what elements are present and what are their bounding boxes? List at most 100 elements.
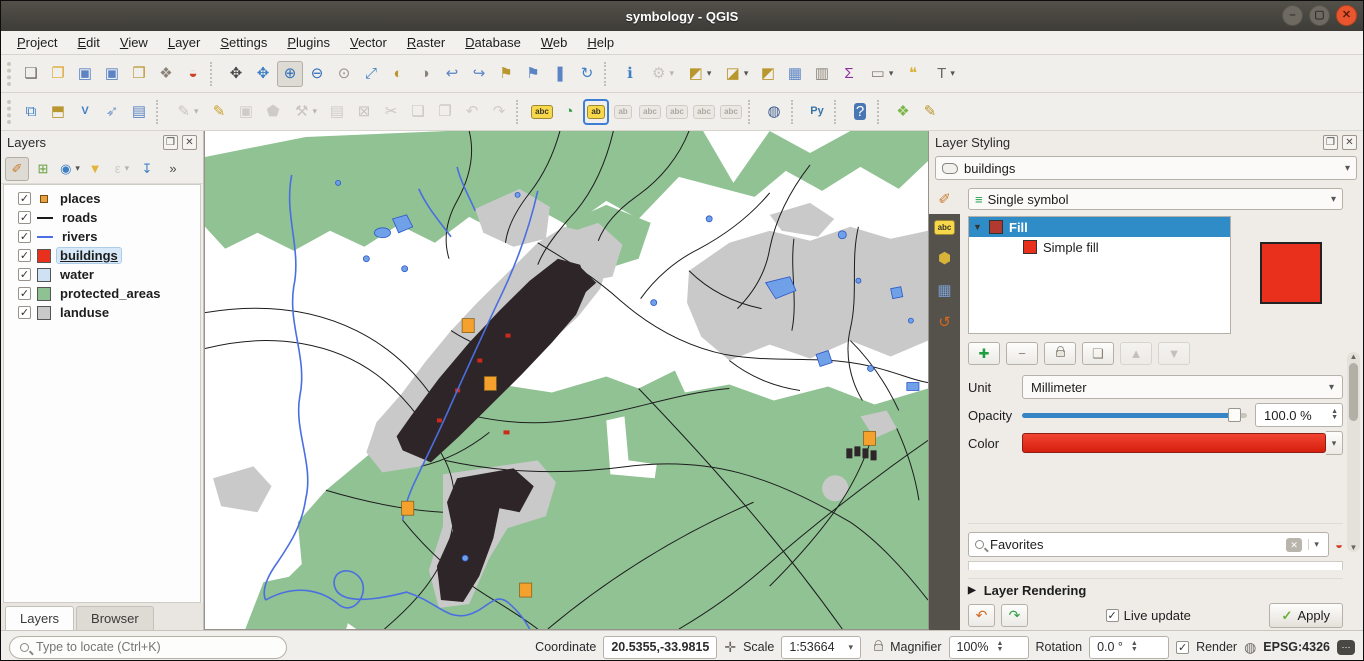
opacity-spinbox[interactable]: 100.0 % ▲▼ bbox=[1255, 403, 1343, 427]
save-project-as-icon[interactable]: ▣ bbox=[99, 61, 125, 87]
styled-layer-selector[interactable]: buildings ▾ bbox=[935, 156, 1357, 180]
tab-layers[interactable]: Layers bbox=[5, 606, 74, 630]
toolbar-separator[interactable] bbox=[791, 100, 800, 124]
zoom-out-icon[interactable]: ⊖ bbox=[304, 61, 330, 87]
new-shapefile-layer-icon[interactable]: V bbox=[72, 99, 98, 125]
style-search-box[interactable]: ✕ ▾ bbox=[968, 532, 1329, 557]
data-source-manager-icon[interactable]: ⧉ bbox=[18, 99, 44, 125]
remove-symbol-layer-button[interactable]: − bbox=[1006, 342, 1038, 365]
panel-close-icon[interactable]: ✕ bbox=[182, 135, 197, 150]
new-print-layout-icon[interactable]: ❒ bbox=[126, 61, 152, 87]
scale-selector[interactable]: 1:53664 bbox=[781, 636, 861, 659]
save-project-icon[interactable]: ▣ bbox=[72, 61, 98, 87]
menu-view[interactable]: View bbox=[110, 33, 158, 52]
open-attribute-table-icon[interactable]: ▦ bbox=[782, 61, 808, 87]
checkbox-checked-icon[interactable] bbox=[1106, 609, 1119, 622]
layer-labeling-icon[interactable]: abc bbox=[529, 99, 555, 125]
layer-diagram-icon[interactable]: ◔ bbox=[556, 99, 582, 125]
map-tips-icon[interactable]: ❝ bbox=[900, 61, 926, 87]
close-button[interactable]: ✕ bbox=[1336, 5, 1357, 26]
menu-settings[interactable]: Settings bbox=[210, 33, 277, 52]
menu-help[interactable]: Help bbox=[577, 33, 624, 52]
new-virtual-layer-icon[interactable]: ▤ bbox=[126, 99, 152, 125]
undo-icon[interactable]: ↶ bbox=[459, 99, 485, 125]
coordinate-value[interactable]: 20.5355,-33.9815 bbox=[603, 636, 717, 659]
pin-labels-icon[interactable]: ab bbox=[583, 99, 609, 125]
manage-map-themes-icon[interactable]: ◉ bbox=[57, 157, 81, 181]
symbol-tree-fill[interactable]: ▼ Fill bbox=[969, 217, 1230, 237]
bookmark-manager-icon[interactable]: ❚ bbox=[547, 61, 573, 87]
panel-scrollbar[interactable]: ▲▼ bbox=[1347, 352, 1360, 552]
toolbar-separator[interactable] bbox=[210, 62, 219, 86]
crs-globe-icon[interactable]: ◍ bbox=[1244, 639, 1256, 656]
messages-icon[interactable]: ⋯ bbox=[1337, 640, 1355, 655]
text-annotation-icon[interactable]: T bbox=[927, 61, 963, 87]
move-label-icon[interactable]: abc bbox=[664, 99, 690, 125]
toolbar-separator[interactable] bbox=[834, 100, 843, 124]
panel-float-icon[interactable]: ❐ bbox=[163, 135, 178, 150]
add-symbol-layer-button[interactable]: ✚ bbox=[968, 342, 1000, 365]
zoom-next-icon[interactable]: ↪ bbox=[466, 61, 492, 87]
select-features-icon[interactable]: ◩ bbox=[681, 61, 717, 87]
toolbar-separator[interactable] bbox=[877, 100, 886, 124]
toolbar-separator[interactable] bbox=[516, 100, 525, 124]
add-group-icon[interactable]: ⊞ bbox=[31, 157, 55, 181]
zoom-native-icon[interactable]: ⊙ bbox=[331, 61, 357, 87]
expander-right-icon[interactable]: ▶ bbox=[968, 585, 976, 596]
layer-row-roads[interactable]: roads bbox=[4, 208, 200, 227]
rotate-label-icon[interactable]: abc bbox=[691, 99, 717, 125]
lock-scale-icon[interactable] bbox=[874, 644, 883, 651]
menu-database[interactable]: Database bbox=[455, 33, 531, 52]
spin-arrows-icon[interactable]: ▲▼ bbox=[1131, 641, 1138, 653]
current-edits-icon[interactable]: ✎ bbox=[169, 99, 205, 125]
run-feature-action-icon[interactable]: ⚙ bbox=[644, 61, 680, 87]
refresh-map-icon[interactable]: ↻ bbox=[574, 61, 600, 87]
measure-line-icon[interactable]: ▭ bbox=[863, 61, 899, 87]
pan-map-icon[interactable]: ✥ bbox=[223, 61, 249, 87]
layer-visibility-checkbox[interactable] bbox=[18, 287, 31, 300]
redo-style-button[interactable]: ↷ bbox=[1001, 604, 1028, 627]
style-manager-icon[interactable]: ◒ bbox=[180, 61, 206, 87]
lock-color-button[interactable] bbox=[1044, 342, 1076, 365]
layer-row-buildings[interactable]: buildings bbox=[4, 246, 200, 265]
move-down-button[interactable]: ▼ bbox=[1158, 342, 1190, 365]
open-project-icon[interactable]: ❐ bbox=[45, 61, 71, 87]
layer-row-rivers[interactable]: rivers bbox=[4, 227, 200, 246]
renderer-selector[interactable]: ≡ Single symbol ▾ bbox=[968, 188, 1343, 210]
zoom-to-layer-icon[interactable]: ◑ bbox=[412, 61, 438, 87]
duplicate-symbol-layer-button[interactable]: ❏ bbox=[1082, 342, 1114, 365]
layer-row-protected-areas[interactable]: protected_areas bbox=[4, 284, 200, 303]
statistical-summary-icon[interactable]: Σ bbox=[836, 61, 862, 87]
panel-close-icon[interactable]: ✕ bbox=[1342, 135, 1357, 150]
layer-row-landuse[interactable]: landuse bbox=[4, 303, 200, 322]
coordinate-toggle-icon[interactable]: ✛ bbox=[724, 639, 736, 656]
minimize-button[interactable]: – bbox=[1282, 5, 1303, 26]
toggle-editing-icon[interactable]: ✎ bbox=[206, 99, 232, 125]
plugin-osm-search-icon[interactable]: ❖ bbox=[890, 99, 916, 125]
paste-features-icon[interactable]: ❐ bbox=[432, 99, 458, 125]
menu-web[interactable]: Web bbox=[531, 33, 578, 52]
delete-selected-icon[interactable]: ⊠ bbox=[351, 99, 377, 125]
tab-3d-view-icon[interactable]: ⬢ bbox=[938, 249, 951, 267]
layer-row-places[interactable]: places bbox=[4, 189, 200, 208]
menu-plugins[interactable]: Plugins bbox=[277, 33, 340, 52]
tab-symbology[interactable]: ✐ bbox=[929, 184, 960, 214]
unit-selector[interactable]: Millimeter ▾ bbox=[1022, 375, 1343, 399]
rotation-spinbox[interactable]: 0.0 °▲▼ bbox=[1089, 636, 1169, 659]
magnifier-spinbox[interactable]: 100%▲▼ bbox=[949, 636, 1029, 659]
tab-labels-icon[interactable]: abc bbox=[934, 220, 956, 235]
tab-diagrams-icon[interactable]: ▦ bbox=[937, 281, 951, 299]
maximize-button[interactable]: ▢ bbox=[1309, 5, 1330, 26]
symbol-tree-simple-fill[interactable]: Simple fill bbox=[969, 237, 1230, 257]
toolbar-handle[interactable] bbox=[7, 100, 15, 124]
menu-layer[interactable]: Layer bbox=[158, 33, 211, 52]
filter-legend-icon[interactable]: ▼ bbox=[83, 157, 107, 181]
apply-button[interactable]: ✓ Apply bbox=[1269, 603, 1343, 628]
move-up-button[interactable]: ▲ bbox=[1120, 342, 1152, 365]
tab-history-icon[interactable]: ↺ bbox=[938, 313, 951, 331]
panel-float-icon[interactable]: ❐ bbox=[1323, 135, 1338, 150]
toolbar-separator[interactable] bbox=[604, 62, 613, 86]
new-project-icon[interactable]: ❏ bbox=[18, 61, 44, 87]
show-hide-labels-icon[interactable]: abc bbox=[637, 99, 663, 125]
zoom-in-icon[interactable]: ⊕ bbox=[277, 61, 303, 87]
